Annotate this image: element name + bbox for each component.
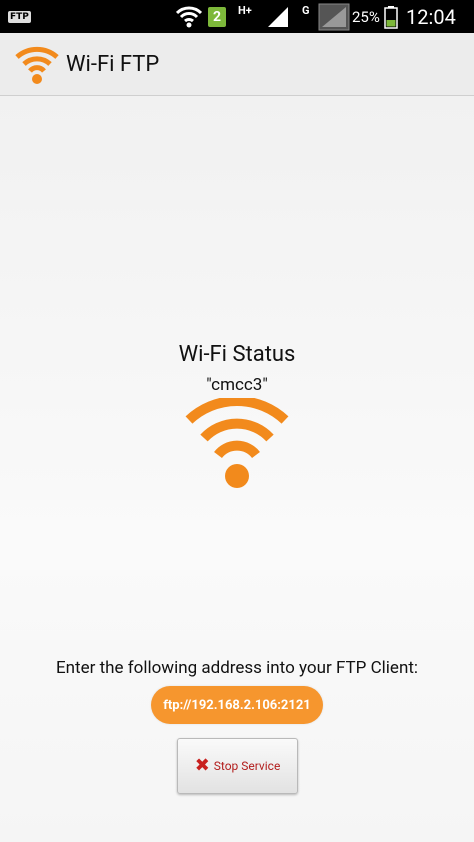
ftp-address: ftp://192.168.2.106:2121 [151,686,323,724]
clock: 12:04 [406,4,456,29]
cell-signal-icon [266,0,290,33]
action-bar: Wi-Fi FTP [0,33,474,96]
cell-signal-icon-2 [318,0,350,33]
status-bar: FTP 2 H+ G 25% 12:04 [0,0,474,33]
network-type-label: H+ [238,4,252,17]
stop-service-label: Stop Service [213,759,281,773]
battery-percent: 25% [352,7,380,26]
instruction-text: Enter the following address into your FT… [55,658,419,678]
wifi-status-title: Wi-Fi Status [178,342,296,367]
wifi-icon [14,43,60,85]
wifi-signal-icon [176,0,202,33]
wifi-icon [184,395,290,492]
ftp-notification-icon: FTP [8,10,31,23]
stop-service-button[interactable]: ✖ Stop Service [177,738,298,794]
ssid-label: "cmcc3" [206,375,268,395]
app-title: Wi-Fi FTP [66,51,160,77]
network-type-label-2: G [302,4,310,17]
main-content: Wi-Fi Status "cmcc3" Enter the following… [0,96,474,842]
sim-card-icon: 2 [208,0,226,33]
battery-icon [384,0,398,33]
close-icon: ✖ [194,755,210,776]
